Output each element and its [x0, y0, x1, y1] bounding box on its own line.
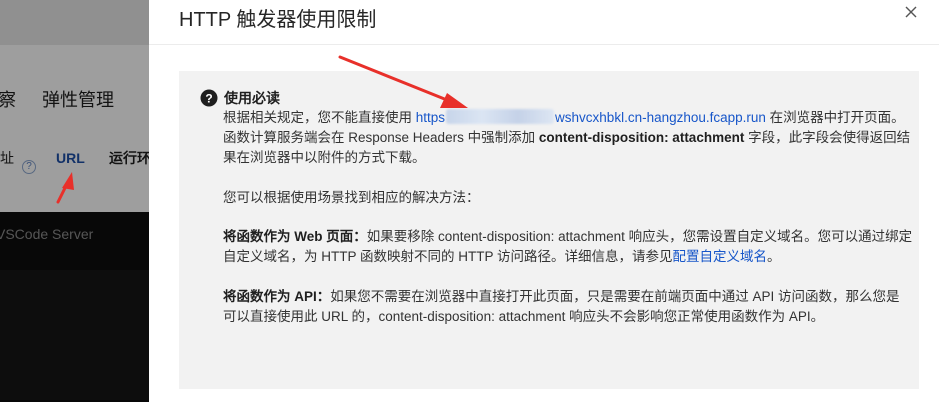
notice-box: ? 使用必读 根据相关规定，您不能直接使用 https wshvcxhbkl.cn… [179, 71, 919, 389]
svg-text:?: ? [205, 91, 212, 105]
close-icon [905, 6, 917, 18]
text-segment: 根据相关规定，您不能直接使用 [223, 110, 416, 125]
notice-header: ? 使用必读 [200, 88, 280, 108]
text-segment: 。 [767, 249, 781, 264]
paragraph-solutions-intro: 您可以根据使用场景找到相应的解决方法： [223, 190, 480, 205]
paragraph-restriction: 根据相关规定，您不能直接使用 https wshvcxhbkl.cn-hangzh… [223, 108, 913, 168]
notice-body: 根据相关规定，您不能直接使用 https wshvcxhbkl.cn-hangzh… [223, 108, 913, 327]
notice-title: 使用必读 [224, 90, 280, 106]
close-button[interactable] [903, 4, 919, 20]
modal-overlay[interactable] [0, 0, 149, 402]
background-console: 察 弹性管理 址 ? URL 运行环 VSCode Server [0, 0, 149, 402]
bold-api-label: 将函数作为 API： [223, 289, 331, 304]
trigger-url-link[interactable]: https wshvcxhbkl.cn-hangzhou.fcapp.run [415, 109, 766, 125]
link-segment: https [415, 110, 446, 125]
paragraph-web-page: 将函数作为 Web 页面：如果要移除 content-disposition: … [223, 227, 913, 267]
paragraph-api: 将函数作为 API：如果您不需要在浏览器中直接打开此页面，只是需要在前端页面中通… [223, 287, 913, 327]
configure-custom-domain-link[interactable]: 配置自定义域名 [673, 249, 768, 264]
link-segment: wshvcxhbkl.cn-hangzhou.fcapp.run [555, 110, 766, 125]
drawer-title: HTTP 触发器使用限制 [179, 9, 377, 31]
bold-web-page-label: 将函数作为 Web 页面： [223, 229, 367, 244]
redacted-blur [446, 109, 555, 124]
header-divider [149, 44, 939, 45]
question-circle-icon: ? [200, 89, 218, 107]
http-trigger-limits-drawer: HTTP 触发器使用限制 ? 使用必读 根据相关规定，您不能直接使用 https… [149, 0, 939, 402]
bold-header-name: content-disposition: attachment [538, 130, 745, 145]
